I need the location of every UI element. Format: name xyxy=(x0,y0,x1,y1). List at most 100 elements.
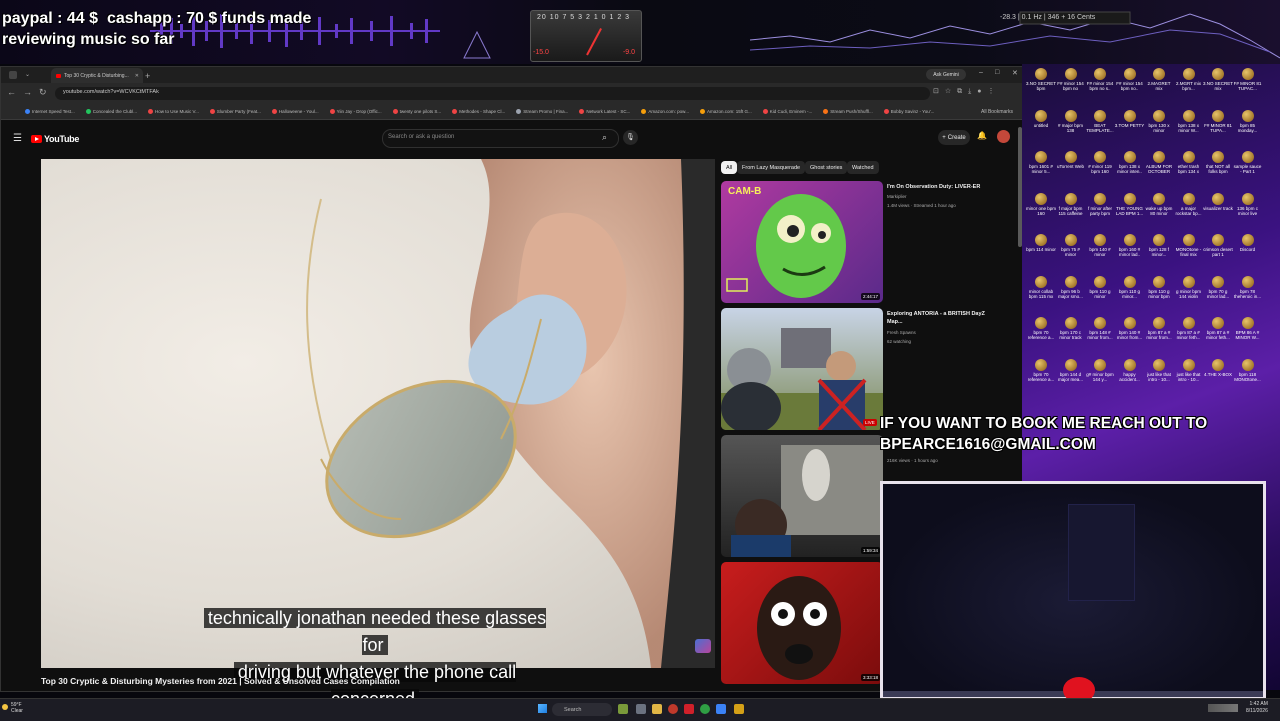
desktop-icon[interactable]: bpm 114 minor xyxy=(1026,234,1056,252)
rec-thumbnail-4[interactable]: 3:33:18 xyxy=(721,562,883,684)
bookmark-item[interactable]: Amazon.com: pow... xyxy=(641,109,689,114)
desktop-icon[interactable]: THE YOUNG LAD BPM 1... xyxy=(1115,192,1145,216)
ask-gemini-button[interactable]: Ask Gemini xyxy=(926,69,966,80)
desktop-icon[interactable]: bpm 144 d major mea... xyxy=(1056,358,1086,382)
channel-watermark-icon[interactable] xyxy=(695,639,711,653)
notifications-bell-icon[interactable]: 🔔 xyxy=(977,131,987,140)
desktop-icon[interactable]: g# minor bpm 144 y... xyxy=(1085,358,1115,382)
desktop-icon[interactable]: crimson desert part 1 xyxy=(1203,234,1233,257)
desktop-icon[interactable]: bpm 170 c minor track xyxy=(1056,317,1086,340)
desktop-icon[interactable]: BEAT TEMPLATE... xyxy=(1085,109,1115,133)
bookmark-item[interactable]: Stream Push/Shuffl... xyxy=(823,109,873,114)
taskbar-music-icon[interactable] xyxy=(734,704,744,714)
desktop-icon[interactable]: F# minor 154 bpm no xyxy=(1056,68,1086,91)
desktop-icon[interactable]: a major rockstar bp... xyxy=(1174,192,1204,216)
rec-title-1[interactable]: I'm On Observation Duty: LIVER-ER xyxy=(887,183,987,191)
desktop-icon[interactable]: bpm 1601 # minor 5... xyxy=(1026,151,1056,174)
microphone-icon[interactable]: 🎙 xyxy=(623,130,638,145)
rec-channel-1[interactable]: Markiplier xyxy=(887,194,907,199)
maximize-icon[interactable]: □ xyxy=(995,69,999,76)
start-button-icon[interactable] xyxy=(538,704,547,713)
desktop-icon[interactable]: bpm 110 g minor... xyxy=(1115,275,1145,299)
bookmark-item[interactable]: Kid Cudi, Eminem -... xyxy=(762,109,812,114)
desktop-icon[interactable]: 4.THE X-BOX xyxy=(1203,358,1233,377)
rec-channel-2[interactable]: Fresh Spawns xyxy=(887,330,916,335)
system-tray-icons[interactable] xyxy=(1208,704,1238,712)
tab-menu-icon[interactable] xyxy=(9,71,17,79)
bookmark-item[interactable]: Methodes - Shape Cl... xyxy=(452,109,505,114)
desktop-icon[interactable]: uTorrent Web xyxy=(1056,151,1086,169)
bookmark-item[interactable]: Network Latest - SC... xyxy=(579,109,630,114)
desktop-icon[interactable]: bpm 75 # minor xyxy=(1056,234,1086,257)
bookmark-item[interactable]: Slumber Party (Feat... xyxy=(209,109,261,114)
desktop-icon[interactable]: bpm 70 reference a... xyxy=(1026,358,1056,382)
bookmark-item[interactable]: Halloweene - Youl... xyxy=(271,109,319,114)
forward-icon[interactable]: → xyxy=(23,87,39,97)
desktop-icon[interactable]: minor collab bpm 115 mx xyxy=(1026,275,1056,299)
desktop-icon[interactable]: # minor 119 bpm 160 xyxy=(1085,151,1115,174)
minimize-icon[interactable]: – xyxy=(979,69,983,76)
desktop-icon[interactable]: f minor after party bpm xyxy=(1085,192,1115,216)
search-icon[interactable]: ⌕ xyxy=(602,132,607,143)
desktop-icon[interactable]: BPM 86 A # MINOR W... xyxy=(1233,317,1263,340)
rec-title-2[interactable]: Exploring ANTORIA - a BRITISH DayZ Map..… xyxy=(887,310,987,326)
desktop-icon[interactable]: 2.MAGRET mix xyxy=(1144,68,1174,91)
desktop-icon[interactable]: g minor bpm 144 violin xyxy=(1174,275,1204,299)
desktop-icon[interactable]: bpm 118 MONOtone... xyxy=(1233,358,1263,382)
bookmark-item[interactable]: Stream Promo | Fina... xyxy=(516,109,568,114)
extensions-icon[interactable]: ⧉ xyxy=(957,88,968,95)
taskbar-chrome-icon[interactable] xyxy=(700,704,710,714)
taskbar-youtube-icon[interactable] xyxy=(684,704,694,714)
rec-thumbnail-1[interactable]: CAM-B 2:44:17 xyxy=(721,181,883,303)
desktop-icon[interactable]: that NOT all folks bpm xyxy=(1203,151,1233,174)
desktop-icon[interactable]: F# minor 154 bpm no.. xyxy=(1115,68,1145,91)
desktop-icon[interactable]: F# MINOR 81 TUPAC... xyxy=(1233,68,1263,91)
chip-watched[interactable]: Watched xyxy=(847,161,879,174)
desktop-icon[interactable]: MONOtone - final mix xyxy=(1174,234,1204,257)
download-icon[interactable]: ⤓ xyxy=(968,88,977,95)
desktop-icon[interactable]: 2.MGRT mix bpm... xyxy=(1174,68,1204,91)
bookmark-item[interactable]: Concealed the Clubl... xyxy=(85,109,137,114)
taskbar-store-icon[interactable] xyxy=(716,704,726,714)
desktop-icon[interactable]: 3.NO SECRET mix xyxy=(1203,68,1233,91)
desktop-icon[interactable]: 3.NO SECRET bpm xyxy=(1026,68,1056,91)
desktop-icon[interactable]: F# minor 154 bpm no s.. xyxy=(1085,68,1115,91)
bookmark-item[interactable]: Amazon.com: 15ft G... xyxy=(699,109,752,114)
desktop-icon[interactable]: F# MINOR 81 TUPA... xyxy=(1203,109,1233,133)
bookmark-item[interactable]: Bobby Savinz - You'... xyxy=(883,109,934,114)
desktop-icon[interactable]: bpm 87 a # minor from... xyxy=(1144,317,1174,340)
desktop-icon[interactable]: untitled xyxy=(1026,109,1056,128)
desktop-icon[interactable]: bpm 110 g minor xyxy=(1085,275,1115,299)
desktop-icon[interactable]: bpm 87 a # minor feth... xyxy=(1174,317,1204,340)
taskbar-app-widgets-icon[interactable] xyxy=(618,704,628,714)
chip-ghost-stories[interactable]: Ghost stories xyxy=(805,161,848,174)
tab-close-icon[interactable]: ✕ xyxy=(135,73,139,79)
chip-from-lazy-masquerade[interactable]: From Lazy Masquerade xyxy=(737,161,806,174)
tab-scroll-icon[interactable]: ⌄ xyxy=(25,71,30,78)
desktop-icon[interactable]: bpm 96 b major smo... xyxy=(1056,275,1086,299)
bookmark-item[interactable]: How to Use Music V... xyxy=(147,109,199,114)
menu-hamburger-icon[interactable]: ☰ xyxy=(13,133,22,144)
desktop-icon[interactable]: bpm 140 # minor from... xyxy=(1115,317,1145,340)
avatar[interactable] xyxy=(997,130,1010,143)
desktop-icon[interactable]: bpm 128 f minor... xyxy=(1144,234,1174,257)
taskbar-obs-icon[interactable] xyxy=(668,704,678,714)
desktop-icon[interactable]: minor one bpm 160 xyxy=(1026,192,1056,216)
desktop-icon[interactable]: bpm 87 a # minor feth... xyxy=(1203,317,1233,340)
tab-active[interactable]: Top 30 Cryptic & Disturbing... ✕ xyxy=(51,68,143,83)
desktop-icon[interactable]: just like that intro - 10... xyxy=(1174,358,1204,382)
desktop-icon[interactable]: visualizer track xyxy=(1203,192,1233,211)
desktop-icon[interactable]: f major bpm 115 caffeine xyxy=(1056,192,1086,216)
new-tab-button[interactable]: + xyxy=(143,68,153,83)
desktop-icon[interactable]: bpm 148 # minor from... xyxy=(1085,317,1115,340)
desktop-icon[interactable]: bpm 130 x minor xyxy=(1144,109,1174,133)
reload-icon[interactable]: ↻ xyxy=(39,87,54,97)
desktop-icon[interactable]: bpm 70 reference a... xyxy=(1026,317,1056,340)
desktop-icon[interactable]: 136 bpm c minor live xyxy=(1233,192,1263,216)
search-input[interactable]: Search or ask a question ⌕ xyxy=(382,129,619,148)
star-icon[interactable]: ☆ xyxy=(945,88,957,95)
desktop-icon[interactable]: Discord xyxy=(1233,234,1263,252)
desktop-icon[interactable]: happy accident... xyxy=(1115,358,1145,382)
rec-thumbnail-2[interactable] xyxy=(721,308,883,430)
desktop-icon[interactable]: bpm 160 # minor lad.. xyxy=(1115,234,1145,257)
